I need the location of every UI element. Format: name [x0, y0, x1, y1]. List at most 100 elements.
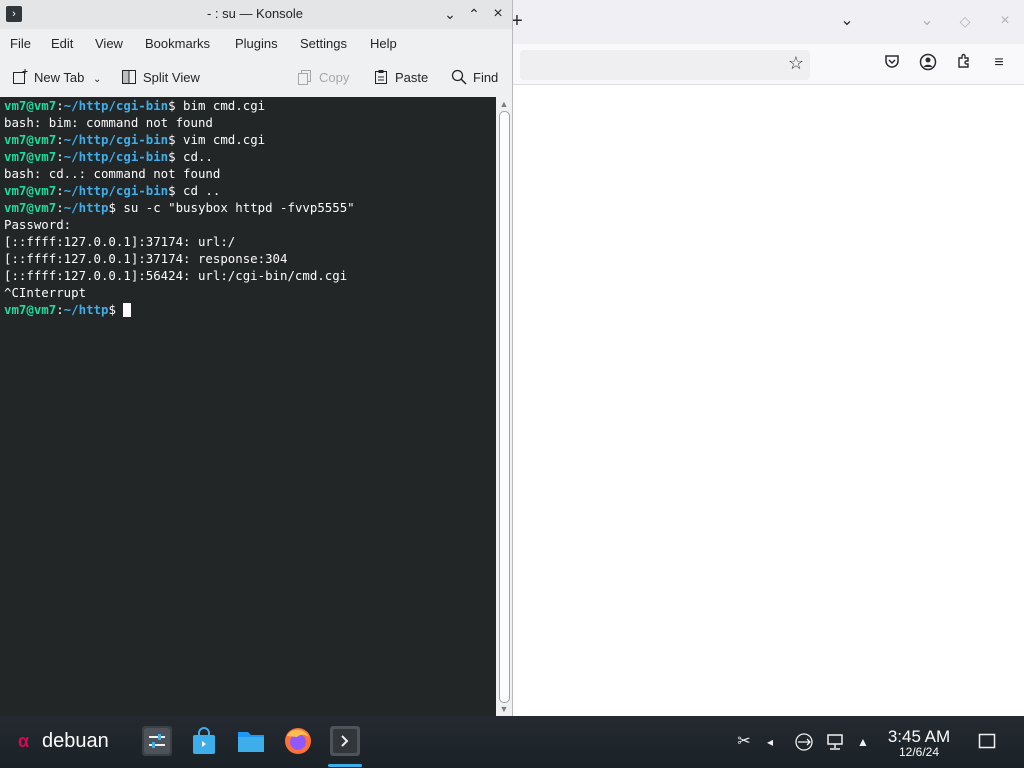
prompt-path: ~/http/cgi-bin — [63, 132, 169, 147]
terminal-line: vm7@vm7:~/http/cgi-bin$ vim cmd.cgi — [4, 131, 355, 148]
text-cursor — [123, 303, 132, 317]
pocket-icon[interactable] — [881, 53, 903, 75]
terminal-line: bash: bim: command not found — [4, 115, 213, 130]
folder-icon — [238, 732, 264, 752]
prompt-path: ~/http/cgi-bin — [63, 98, 169, 113]
prompt-path: ~/http — [63, 200, 109, 215]
application-launcher[interactable]: α debuan — [18, 730, 109, 756]
terminal-output: vm7@vm7:~/http/cgi-bin$ bim cmd.cgi bash:… — [4, 97, 355, 318]
prompt-separator: : — [56, 200, 64, 215]
menu-icon[interactable]: ≡ — [988, 53, 1010, 75]
extensions-icon[interactable] — [953, 53, 975, 75]
desktop: + ⌄ ⌄ ◇ × ☆ ≡ › - : su — Konsole ⌄ ⌃ × F… — [0, 0, 1024, 768]
prompt-separator: : — [56, 183, 64, 198]
prompt-user: vm7@vm7 — [4, 302, 57, 317]
terminal-icon — [333, 729, 357, 753]
title-bar[interactable]: › - : su — Konsole ⌄ ⌃ × — [0, 0, 512, 29]
find-button[interactable]: Find — [451, 69, 498, 89]
list-all-tabs-chevron-icon[interactable]: ⌄ — [836, 11, 858, 33]
scroll-down-arrow-icon[interactable]: ▼ — [496, 703, 512, 715]
paste-button[interactable]: Paste — [373, 69, 428, 89]
url-bar[interactable] — [520, 50, 810, 80]
scroll-up-arrow-icon[interactable]: ▲ — [496, 98, 512, 110]
file-manager-task[interactable] — [236, 726, 266, 756]
terminal-line: [::ffff:127.0.0.1]:56424: url:/cgi-bin/c… — [4, 268, 348, 283]
scrollbar-thumb[interactable] — [499, 111, 510, 703]
konsole-window: › - : su — Konsole ⌄ ⌃ × File Edit View … — [0, 0, 513, 716]
menu-help[interactable]: Help — [370, 36, 397, 51]
terminal-line: vm7@vm7:~/http/cgi-bin$ cd.. — [4, 148, 355, 165]
prompt-dollar: $ — [168, 132, 176, 147]
command-text: bim cmd.cgi — [175, 98, 266, 113]
find-label: Find — [473, 70, 499, 85]
window-title: - : su — Konsole — [206, 6, 304, 21]
terminal-line: bash: cd..: command not found — [4, 166, 221, 181]
menu-file[interactable]: File — [10, 36, 31, 51]
maximize-icon[interactable]: ⌃ — [465, 5, 483, 23]
command-text: su -c "busybox httpd -fvvp5555" — [115, 200, 355, 215]
close-window-icon[interactable]: × — [994, 11, 1016, 33]
active-task-indicator — [328, 764, 362, 767]
new-tab-button[interactable]: New Tab ⌄ — [12, 69, 101, 89]
prompt-separator: : — [56, 98, 64, 113]
new-tab-label: New Tab — [34, 70, 85, 85]
prompt-dollar: $ — [168, 149, 176, 164]
system-settings-task[interactable] — [142, 726, 172, 756]
command-text — [116, 302, 123, 317]
main-toolbar: New Tab ⌄ Split View Copy Paste Find — [0, 60, 512, 96]
prompt-separator: : — [56, 132, 64, 147]
prompt-dollar: $ — [168, 183, 176, 198]
terminal-view[interactable]: vm7@vm7:~/http/cgi-bin$ bim cmd.cgi bash:… — [0, 97, 496, 716]
network-icon[interactable] — [825, 732, 845, 752]
split-view-button[interactable]: Split View — [121, 69, 200, 89]
menu-bookmarks[interactable]: Bookmarks — [145, 36, 210, 51]
bookmark-star-icon[interactable]: ☆ — [785, 53, 807, 75]
menu-plugins[interactable]: Plugins — [235, 36, 278, 51]
tray-expand-icon[interactable]: ▲ — [853, 732, 873, 752]
prompt-user: vm7@vm7 — [4, 149, 57, 164]
minimize-window-icon[interactable]: ⌄ — [916, 11, 938, 33]
show-desktop-icon[interactable] — [977, 732, 997, 752]
prompt-path: ~/http/cgi-bin — [63, 149, 169, 164]
paste-icon — [373, 69, 389, 85]
taskbar: α debuan ✂ ◂ ▲ — [0, 716, 1024, 768]
terminal-line: vm7@vm7:~/http$ su -c "busybox httpd -fv… — [4, 199, 355, 216]
terminal-line: ^CInterrupt — [4, 285, 87, 300]
command-text: cd.. — [175, 149, 213, 164]
prompt-user: vm7@vm7 — [4, 98, 57, 113]
menu-settings[interactable]: Settings — [300, 36, 347, 51]
prompt-separator: : — [56, 302, 64, 317]
terminal-line: vm7@vm7:~/http/cgi-bin$ bim cmd.cgi — [4, 97, 355, 114]
volume-icon[interactable]: ◂ — [760, 732, 780, 752]
copy-icon — [297, 69, 313, 85]
command-text: cd .. — [175, 183, 221, 198]
clipboard-icon[interactable]: ✂ — [734, 732, 754, 752]
terminal-line: vm7@vm7:~/http$ — [4, 301, 355, 318]
menu-view[interactable]: View — [95, 36, 123, 51]
maximize-window-icon[interactable]: ◇ — [954, 11, 976, 33]
konsole-task[interactable] — [330, 726, 360, 756]
clock-time[interactable]: 3:45 AM — [884, 727, 954, 747]
minimize-icon[interactable]: ⌄ — [441, 5, 459, 23]
menu-edit[interactable]: Edit — [51, 36, 73, 51]
close-icon[interactable]: × — [489, 5, 507, 23]
search-icon — [451, 69, 467, 85]
firefox-task[interactable] — [283, 726, 313, 756]
chevron-down-icon[interactable]: ⌄ — [93, 74, 101, 85]
clock-date[interactable]: 12/6/24 — [884, 745, 954, 759]
account-icon[interactable] — [917, 53, 939, 75]
prompt-user: vm7@vm7 — [4, 132, 57, 147]
terminal-line: [::ffff:127.0.0.1]:37174: response:304 — [4, 251, 288, 266]
usb-icon[interactable] — [794, 732, 814, 752]
store-bag-icon — [193, 727, 215, 754]
konsole-app-icon[interactable]: › — [6, 6, 22, 22]
copy-label: Copy — [319, 70, 350, 85]
new-tab-icon — [12, 69, 28, 85]
command-text: vim cmd.cgi — [175, 132, 266, 147]
prompt-dollar: $ — [168, 98, 176, 113]
prompt-path: ~/http/cgi-bin — [63, 183, 169, 198]
terminal-scrollbar[interactable]: ▲ ▼ — [496, 97, 512, 716]
copy-button[interactable]: Copy — [297, 69, 349, 89]
prompt-user: vm7@vm7 — [4, 183, 57, 198]
discover-store-task[interactable] — [189, 726, 219, 756]
